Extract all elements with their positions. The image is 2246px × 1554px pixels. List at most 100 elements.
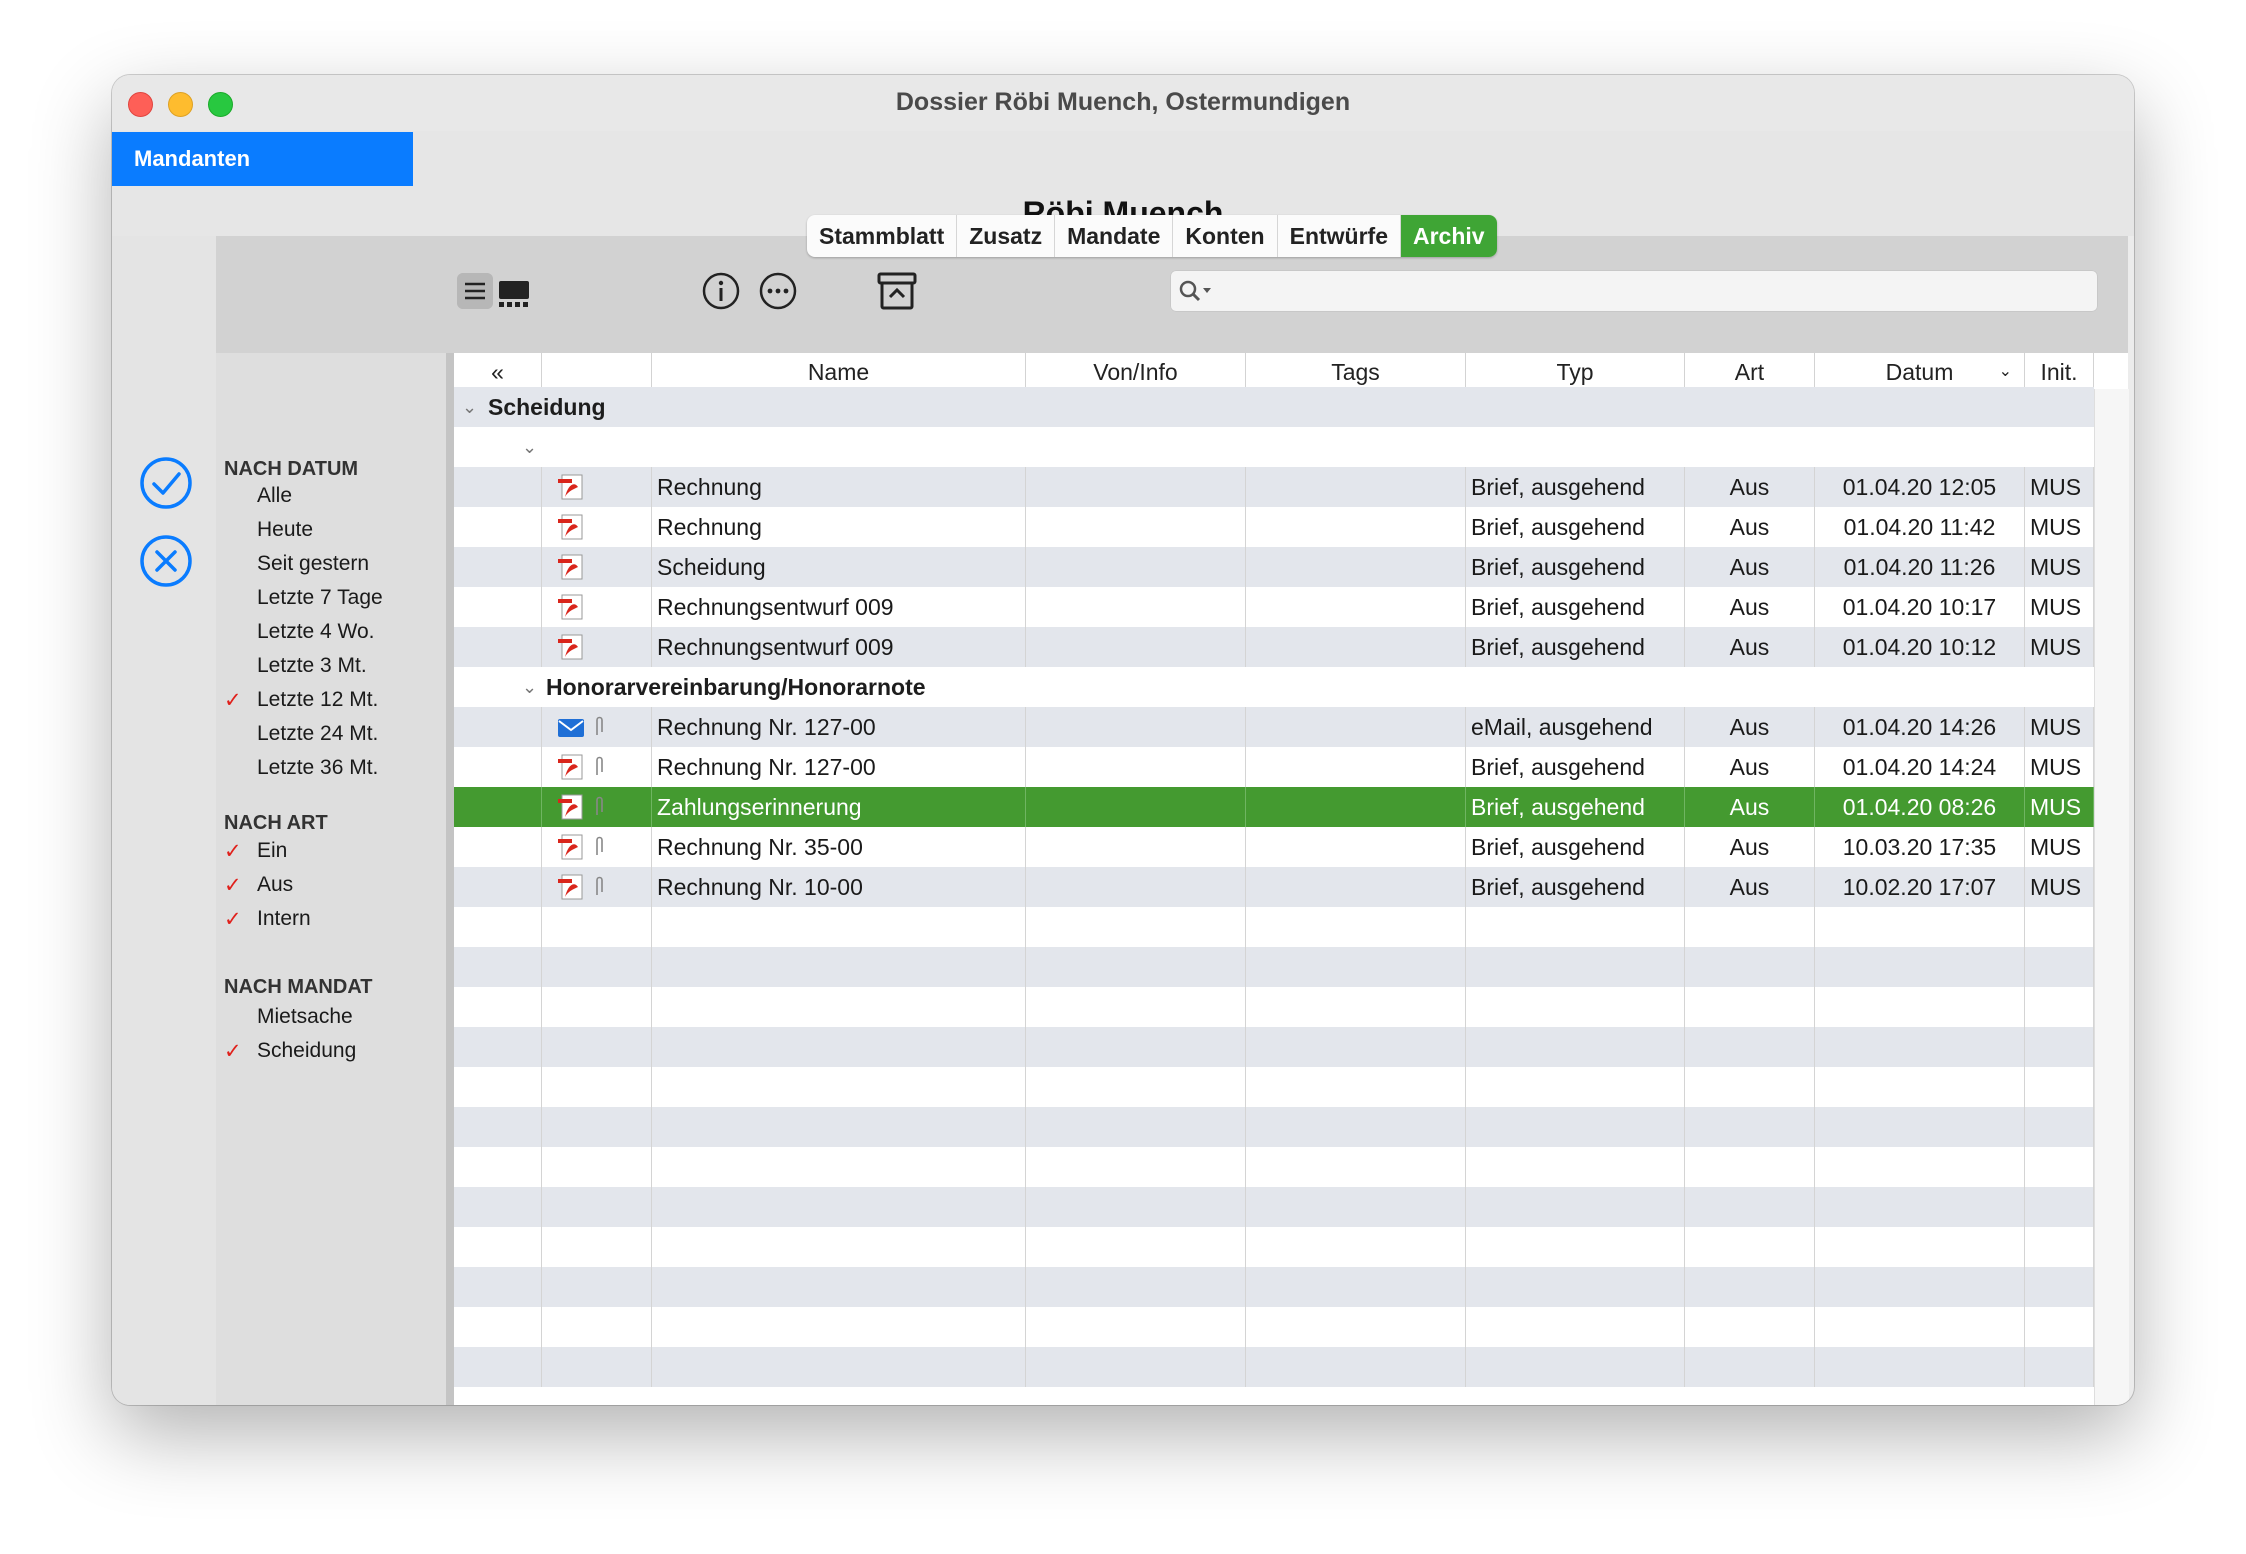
empty-cell [1026, 1227, 1246, 1267]
filter-item-letzte-36-mt[interactable]: Letzte 36 Mt. [257, 756, 378, 780]
tab-stammblatt[interactable]: Stammblatt [807, 215, 958, 257]
row-tags [1246, 867, 1466, 907]
chevron-down-icon[interactable]: ⌄ [522, 667, 537, 707]
filter-item-letzte-3-mt[interactable]: Letzte 3 Mt. [257, 654, 367, 678]
chevron-down-icon[interactable]: ⌄ [462, 387, 477, 427]
cancel-x-icon[interactable] [139, 534, 193, 588]
column-header-typ[interactable]: Typ [1466, 353, 1685, 389]
empty-cell [1685, 1027, 1815, 1067]
empty-cell [1246, 1307, 1466, 1347]
table-row[interactable]: Rechnung Brief, ausgehend Aus 01.04.20 11:4… [454, 507, 2094, 547]
table-row[interactable]: Rechnungsentwurf 009 Brief, ausgehend Aus 0… [454, 627, 2094, 667]
empty-cell [1685, 1227, 1815, 1267]
tab-zusatz[interactable]: Zusatz [957, 215, 1056, 257]
table-row[interactable]: Rechnung Brief, ausgehend Aus 01.04.20 12:0… [454, 467, 2094, 507]
empty-cell [2025, 1347, 2094, 1387]
row-typ: Brief, ausgehend [1466, 507, 1685, 547]
empty-cell [1026, 1027, 1246, 1067]
confirm-check-icon[interactable] [139, 456, 193, 510]
tab-mandate[interactable]: Mandate [1055, 215, 1174, 257]
preview-view-icon[interactable] [496, 275, 532, 311]
filter-item-seit-gestern[interactable]: Seit gestern [257, 552, 369, 576]
pdf-icon [556, 633, 590, 661]
search-input[interactable] [1170, 270, 2098, 312]
empty-cell [1246, 1267, 1466, 1307]
table-scrollbar[interactable] [2094, 389, 2129, 1405]
empty-cell [454, 947, 542, 987]
filter-item-alle[interactable]: Alle [257, 484, 292, 508]
group-row-sub[interactable]: ⌄ Honorarvereinbarung/Honorarnote [454, 667, 2094, 707]
search-icon [1179, 280, 1211, 302]
empty-cell [1026, 1307, 1246, 1347]
table-row[interactable]: Rechnung Nr. 127-00 eMail, ausgehend Aus 01… [454, 707, 2094, 747]
group-row-main[interactable]: ⌄ Scheidung [454, 387, 2094, 427]
filter-item-mietsache[interactable]: Mietsache [257, 1005, 353, 1029]
empty-cell [542, 1347, 652, 1387]
row-icon-cell [542, 547, 652, 587]
row-name: Rechnung [652, 467, 1026, 507]
info-icon[interactable] [701, 271, 741, 311]
row-name: Rechnung Nr. 10-00 [652, 867, 1026, 907]
column-header-von-info[interactable]: Von/Info [1026, 353, 1246, 389]
empty-cell [542, 1067, 652, 1107]
row-tags [1246, 467, 1466, 507]
filter-item-letzte-4-wo[interactable]: Letzte 4 Wo. [257, 620, 375, 644]
tab-archiv[interactable]: Archiv [1401, 215, 1497, 257]
table-row[interactable]: Rechnung Nr. 10-00 Brief, ausgehend Aus 10.… [454, 867, 2094, 907]
tab-konten[interactable]: Konten [1173, 215, 1278, 257]
filter-item-aus[interactable]: Aus [257, 873, 293, 897]
row-name: Rechnungsentwurf 009 [652, 627, 1026, 667]
row-name: Rechnung Nr. 127-00 [652, 747, 1026, 787]
row-spacer [454, 787, 542, 827]
collapse-sidebar-button[interactable]: « [454, 353, 542, 389]
chevron-down-icon[interactable]: ⌄ [522, 427, 537, 467]
table-row[interactable]: Zahlungserinnerung Brief, ausgehend Aus 01.… [454, 787, 2094, 827]
empty-cell [542, 987, 652, 1027]
empty-cell [1026, 947, 1246, 987]
column-header-art[interactable]: Art [1685, 353, 1815, 389]
group-row-empty[interactable]: ⌄ [454, 427, 2094, 467]
table-row[interactable]: Scheidung Brief, ausgehend Aus 01.04.20 11:… [454, 547, 2094, 587]
empty-cell [1026, 1347, 1246, 1387]
row-art: Aus [1685, 747, 1815, 787]
filter-item-ein[interactable]: Ein [257, 839, 287, 863]
column-header-icon[interactable] [542, 353, 652, 389]
row-typ: Brief, ausgehend [1466, 747, 1685, 787]
column-header-name[interactable]: Name [652, 353, 1026, 389]
row-art: Aus [1685, 547, 1815, 587]
filter-item-letzte-12-mt[interactable]: Letzte 12 Mt. [257, 688, 378, 712]
column-header-init[interactable]: Init. [2025, 353, 2094, 389]
column-header-tags[interactable]: Tags [1246, 353, 1466, 389]
empty-row [454, 907, 2094, 947]
empty-cell [454, 1267, 542, 1307]
filter-section-nach-art: NACH ART [224, 812, 328, 834]
row-name: Rechnung Nr. 35-00 [652, 827, 1026, 867]
empty-cell [652, 1147, 1026, 1187]
tab-entwuerfe[interactable]: Entwürfe [1278, 215, 1401, 257]
empty-cell [454, 1107, 542, 1147]
table-row[interactable]: Rechnung Nr. 127-00 Brief, ausgehend Aus 01… [454, 747, 2094, 787]
row-tags [1246, 707, 1466, 747]
empty-cell [1026, 1187, 1246, 1227]
sidebar-splitter[interactable] [446, 353, 454, 1405]
filter-item-heute[interactable]: Heute [257, 518, 313, 542]
filter-item-letzte-24-mt[interactable]: Letzte 24 Mt. [257, 722, 378, 746]
archive-table: « Name Von/Info Tags Typ Art Datum ⌄ Ini… [454, 353, 2129, 1405]
row-datum: 10.02.20 17:07 [1815, 867, 2025, 907]
archive-box-icon[interactable] [875, 270, 919, 312]
filter-item-letzte-7-tage[interactable]: Letzte 7 Tage [257, 586, 383, 610]
mandanten-nav-button[interactable]: Mandanten [112, 132, 413, 186]
row-art: Aus [1685, 707, 1815, 747]
row-tags [1246, 787, 1466, 827]
filter-item-intern[interactable]: Intern [257, 907, 311, 931]
more-options-icon[interactable] [758, 271, 798, 311]
row-icon-cell [542, 627, 652, 667]
filter-item-scheidung[interactable]: Scheidung [257, 1039, 356, 1063]
table-row[interactable]: Rechnung Nr. 35-00 Brief, ausgehend Aus 10.… [454, 827, 2094, 867]
column-header-datum[interactable]: Datum ⌄ [1815, 353, 2025, 389]
empty-row [454, 987, 2094, 1027]
empty-cell [652, 1267, 1026, 1307]
pdf-icon [556, 473, 590, 501]
list-view-icon[interactable] [457, 273, 493, 309]
table-row[interactable]: Rechnungsentwurf 009 Brief, ausgehend Aus 0… [454, 587, 2094, 627]
